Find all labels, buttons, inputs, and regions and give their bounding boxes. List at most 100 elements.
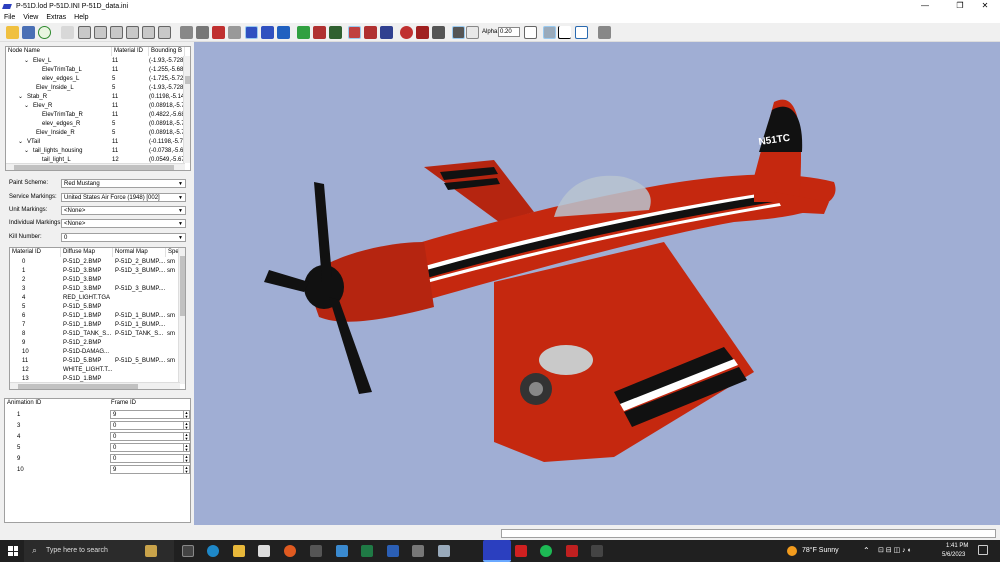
dropdown-arrow-icon[interactable]: ▼: [178, 234, 183, 242]
property-dropdown[interactable]: 0 ▼: [61, 233, 186, 242]
axis-icon[interactable]: [558, 26, 571, 39]
col-normal[interactable]: Normal Map: [113, 248, 166, 257]
material-row[interactable]: 8 P-51D_TANK_S... P-51D_TANK_S... sm: [10, 330, 180, 339]
notification-icon[interactable]: [978, 545, 988, 555]
3d-viewport[interactable]: N51TC: [194, 42, 1000, 525]
view-back-icon[interactable]: [94, 26, 107, 39]
app-globe-icon[interactable]: [438, 545, 450, 557]
expand-chevron-icon[interactable]: ⌄: [18, 139, 23, 145]
minimize-button[interactable]: —: [910, 0, 940, 12]
cortana-icon[interactable]: [145, 545, 157, 557]
property-dropdown[interactable]: United States Air Force (1948) [002] ▼: [61, 193, 186, 202]
material-row[interactable]: 10 P-51D-DAMAG...: [10, 348, 180, 357]
spinner-arrows-icon[interactable]: ▲ ▼: [183, 466, 189, 473]
col-mat-id[interactable]: Material ID: [10, 248, 61, 257]
view-left-icon[interactable]: [110, 26, 123, 39]
tree-row[interactable]: ElevTrimTab_R 11 (0.4822,-5.68: [6, 111, 185, 120]
frame-icon[interactable]: [524, 26, 537, 39]
tree-vscroll[interactable]: [183, 56, 190, 163]
tree-row[interactable]: ⌄ VTail 11 (-0.1198,-5.7: [6, 138, 185, 147]
material-row[interactable]: 6 P-51D_1.BMP P-51D_1_BUMP.... sm: [10, 312, 180, 321]
word-icon[interactable]: [387, 545, 399, 557]
lights-red-icon[interactable]: [313, 26, 326, 39]
spotify-icon[interactable]: [540, 545, 552, 557]
property-dropdown[interactable]: Red Mustang ▼: [61, 179, 186, 188]
material-row[interactable]: 2 P-51D_3.BMP: [10, 276, 180, 285]
dropdown-arrow-icon[interactable]: ▼: [178, 180, 183, 188]
material-row[interactable]: 12 WHITE_LIGHT.T...: [10, 366, 180, 375]
lights-green-icon[interactable]: [297, 26, 310, 39]
alpha-toggle-icon[interactable]: [452, 26, 465, 39]
tray-chevron-icon[interactable]: ⌃: [863, 546, 870, 555]
material-row[interactable]: 4 RED_LIGHT.TGA: [10, 294, 180, 303]
mail-icon[interactable]: [336, 545, 348, 557]
tree-row[interactable]: ⌄ Stab_R 11 (0.1198,-5.14: [6, 93, 185, 102]
weather-sun-icon[interactable]: [787, 546, 797, 556]
material-row[interactable]: 3 P-51D_3.BMP P-51D_3_BUMP....: [10, 285, 180, 294]
frame-id-spinner[interactable]: 0 ▲ ▼: [110, 454, 190, 463]
mode-3-icon[interactable]: [277, 26, 290, 39]
excel-icon[interactable]: [361, 545, 373, 557]
frame-id-spinner[interactable]: 9 ▲ ▼: [110, 465, 190, 474]
view-front-icon[interactable]: [78, 26, 91, 39]
firefox-icon[interactable]: [284, 545, 296, 557]
material-row[interactable]: 0 P-51D_2.BMP P-51D_2_BUMP.... sm: [10, 258, 180, 267]
frame-id-spinner[interactable]: 0 ▲ ▼: [110, 432, 190, 441]
green-box-icon[interactable]: [329, 26, 342, 39]
expand-chevron-icon[interactable]: ⌄: [18, 94, 23, 100]
mode-2-icon[interactable]: [261, 26, 274, 39]
export-icon[interactable]: [575, 26, 588, 39]
start-icon[interactable]: [8, 546, 18, 556]
expand-chevron-icon[interactable]: ⌄: [24, 103, 29, 109]
menu-file[interactable]: File: [0, 14, 19, 21]
spinner-arrows-icon[interactable]: ▲ ▼: [183, 422, 189, 429]
mode-1-icon[interactable]: [245, 26, 258, 39]
clock-time[interactable]: 1:41 PM: [946, 543, 968, 549]
file-explorer-icon[interactable]: [233, 545, 245, 557]
wire-icon[interactable]: [228, 26, 241, 39]
tools-icon[interactable]: [598, 26, 611, 39]
material-row[interactable]: 1 P-51D_3.BMP P-51D_3_BUMP.... sm: [10, 267, 180, 276]
dropdown-arrow-icon[interactable]: ▼: [178, 220, 183, 228]
view-bottom-icon[interactable]: [158, 26, 171, 39]
materials-hscroll[interactable]: [10, 382, 180, 389]
acrobat-icon[interactable]: [515, 545, 527, 557]
close-button[interactable]: ✕: [970, 0, 1000, 12]
col-material-id[interactable]: Material ID: [112, 47, 149, 56]
lod-viewer-taskbar-icon[interactable]: [483, 540, 511, 562]
property-dropdown[interactable]: <None> ▼: [61, 206, 186, 215]
shade-icon[interactable]: [180, 26, 193, 39]
select-icon[interactable]: [61, 26, 74, 39]
frame-id-spinner[interactable]: 9 ▲ ▼: [110, 410, 190, 419]
texture-icon[interactable]: [38, 26, 51, 39]
expand-chevron-icon[interactable]: ⌄: [24, 148, 29, 154]
store-icon[interactable]: [258, 545, 270, 557]
record-icon[interactable]: [400, 26, 413, 39]
col-node-name[interactable]: Node Name: [6, 47, 112, 56]
menu-help[interactable]: Help: [70, 14, 92, 21]
plane-2-icon[interactable]: [364, 26, 377, 39]
materials-vscroll[interactable]: [178, 248, 185, 384]
dropdown-arrow-icon[interactable]: ▼: [178, 207, 183, 215]
dropdown-arrow-icon[interactable]: ▼: [178, 194, 183, 202]
col-diffuse[interactable]: Diffuse Map: [61, 248, 113, 257]
open-folder-icon[interactable]: [6, 26, 19, 39]
frame-id-spinner[interactable]: 0 ▲ ▼: [110, 421, 190, 430]
menu-view[interactable]: View: [19, 14, 42, 21]
expand-chevron-icon[interactable]: ⌄: [24, 58, 29, 64]
tree-row[interactable]: ⌄ Elev_R 11 (0.08918,-5.7: [6, 102, 185, 111]
plane-3-icon[interactable]: [380, 26, 393, 39]
frame-id-spinner[interactable]: 0 ▲ ▼: [110, 443, 190, 452]
tree-row[interactable]: elev_edges_L 5 (-1.725,-5.72: [6, 75, 185, 84]
grid-icon[interactable]: [543, 26, 556, 39]
material-row[interactable]: 5 P-51D_5.BMP: [10, 303, 180, 312]
col-bounding-box[interactable]: Bounding B: [149, 47, 185, 56]
red-shade-icon[interactable]: [212, 26, 225, 39]
view-top-icon[interactable]: [142, 26, 155, 39]
tree-row[interactable]: elev_edges_R 5 (0.08918,-5.7: [6, 120, 185, 129]
spinner-arrows-icon[interactable]: ▲ ▼: [183, 433, 189, 440]
material-row[interactable]: 7 P-51D_1.BMP P-51D_1_BUMP....: [10, 321, 180, 330]
save-icon[interactable]: [22, 26, 35, 39]
app-n-icon[interactable]: [310, 545, 322, 557]
spinner-arrows-icon[interactable]: ▲ ▼: [183, 455, 189, 462]
